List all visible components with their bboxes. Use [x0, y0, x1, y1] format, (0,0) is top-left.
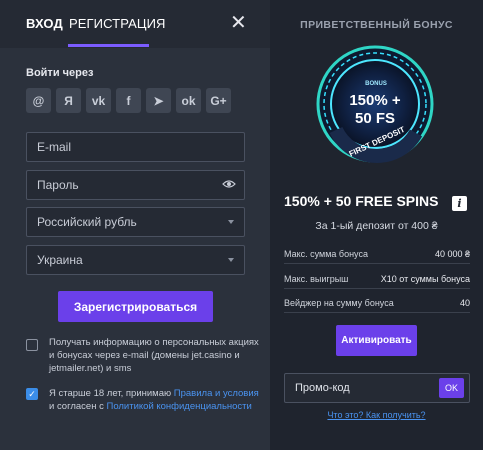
password-field[interactable]: Пароль: [26, 170, 245, 200]
promo-help-link[interactable]: Что это? Как получить?: [270, 410, 483, 420]
social-login-buttons: @ Я vk f ➤ ok G+: [26, 88, 231, 113]
tab-register[interactable]: РЕГИСТРАЦИЯ: [69, 16, 166, 31]
vk-icon[interactable]: vk: [86, 88, 111, 113]
country-select[interactable]: Украина: [26, 245, 245, 275]
bonus-row-value: 40 000 ₴: [434, 248, 470, 259]
bonus-offer-subtitle: За 1-ый депозит от 400 ₴: [315, 220, 438, 232]
bonus-row-value: 40: [459, 297, 470, 308]
badge-line1: 150% +: [349, 92, 401, 109]
bonus-row: Вейджер на сумму бонуса 40: [284, 293, 470, 313]
age-consent-prefix: Я старше 18 лет, принимаю: [49, 388, 172, 399]
email-field[interactable]: E-mail: [26, 132, 245, 162]
age-consent-text: Я старше 18 лет, принимаю Правила и усло…: [49, 387, 259, 413]
bonus-row-value: X10 от суммы бонуса: [380, 273, 470, 284]
social-login-title: Войти через: [26, 67, 94, 79]
chevron-down-icon: [228, 258, 234, 262]
age-checkbox[interactable]: ✓: [26, 388, 38, 400]
registration-modal: ВХОД РЕГИСТРАЦИЯ ✕ Войти через @ Я vk f …: [0, 0, 483, 450]
age-consent-middle: и согласен с: [49, 401, 104, 412]
google-plus-icon[interactable]: G+: [206, 88, 231, 113]
tab-login[interactable]: ВХОД: [26, 16, 63, 31]
password-placeholder: Пароль: [37, 178, 79, 192]
country-value: Украина: [37, 253, 83, 267]
privacy-link[interactable]: Политикой конфиденциальности: [106, 401, 251, 412]
rules-link[interactable]: Правила и условия: [174, 388, 259, 399]
active-tab-indicator: [68, 44, 149, 47]
bonus-row-label: Макс. выигрыш: [284, 273, 349, 284]
odnoklassniki-icon[interactable]: ok: [176, 88, 201, 113]
auth-tabs: ВХОД РЕГИСТРАЦИЯ ✕: [0, 0, 270, 48]
bonus-row: Макс. сумма бонуса 40 000 ₴: [284, 244, 470, 264]
promo-code-input[interactable]: Промо-код OK: [284, 373, 470, 403]
info-icon[interactable]: i: [452, 196, 467, 211]
bonus-row: Макс. выигрыш X10 от суммы бонуса: [284, 269, 470, 289]
email-icon[interactable]: @: [26, 88, 51, 113]
promo-code-placeholder: Промо-код: [295, 382, 350, 394]
badge-line2: 50 FS: [355, 110, 395, 127]
yandex-icon[interactable]: Я: [56, 88, 81, 113]
newsletter-checkbox[interactable]: [26, 339, 38, 351]
badge-top-text: BONUS: [365, 81, 387, 87]
promo-ok-button[interactable]: OK: [439, 378, 464, 398]
bonus-panel: ПРИВЕТСТВЕННЫЙ БОНУС BONUS 150% + 50 FS …: [270, 0, 483, 450]
auth-panel: ВХОД РЕГИСТРАЦИЯ ✕ Войти через @ Я vk f …: [0, 0, 270, 450]
bonus-row-label: Макс. сумма бонуса: [284, 248, 368, 259]
eye-icon[interactable]: [222, 179, 236, 192]
chevron-down-icon: [228, 220, 234, 224]
bonus-row-label: Вейджер на сумму бонуса: [284, 297, 394, 308]
close-icon[interactable]: ✕: [230, 13, 247, 33]
currency-value: Российский рубль: [37, 215, 137, 229]
activate-button[interactable]: Активировать: [336, 325, 417, 356]
telegram-icon[interactable]: ➤: [146, 88, 171, 113]
bonus-heading: ПРИВЕТСТВЕННЫЙ БОНУС: [300, 19, 453, 31]
register-button[interactable]: Зарегистрироваться: [58, 291, 213, 322]
email-placeholder: E-mail: [37, 140, 72, 154]
facebook-icon[interactable]: f: [116, 88, 141, 113]
newsletter-consent-text: Получать информацию о персональных акция…: [49, 337, 259, 374]
first-deposit-badge: BONUS 150% + 50 FS FIRST DEPOSIT: [316, 45, 434, 163]
currency-select[interactable]: Российский рубль: [26, 207, 245, 237]
bonus-offer-title: 150% + 50 FREE SPINS: [284, 193, 439, 209]
